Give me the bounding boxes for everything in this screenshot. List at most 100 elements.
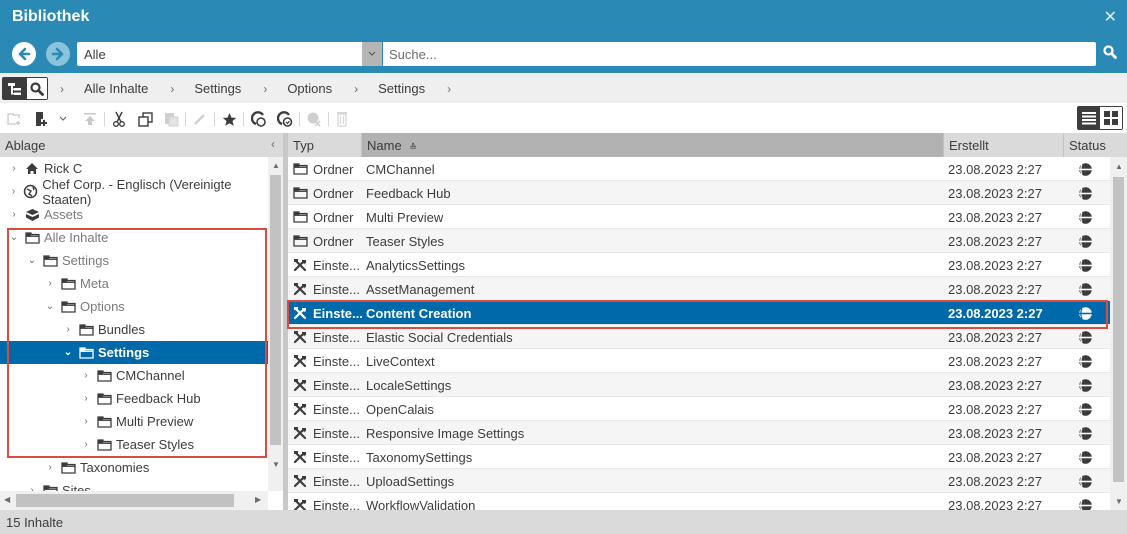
chevron-right-icon[interactable]: › [62, 324, 74, 335]
new-folder-button[interactable] [6, 110, 24, 128]
table-row[interactable]: Einste... AssetManagement 23.08.2023 2:27 [288, 277, 1110, 301]
cell-created: 23.08.2023 2:27 [948, 234, 1042, 249]
chevron-right-icon[interactable]: › [8, 163, 20, 174]
published-icon [1078, 258, 1093, 276]
chevron-left-icon[interactable]: ‹ [271, 137, 275, 151]
cut-button[interactable] [110, 110, 128, 128]
tree-node-label: Chef Corp. - Englisch (Vereinigte Staate… [42, 176, 232, 207]
chevron-right-icon[interactable]: › [44, 462, 56, 473]
tree-node[interactable]: › Taxonomies [0, 456, 268, 479]
scroll-up-icon[interactable]: ▲ [272, 161, 280, 170]
tree-horizontal-scrollbar[interactable]: ◀ ▶ [0, 491, 268, 510]
breadcrumb-item[interactable]: Alle Inhalte [84, 81, 148, 96]
settings-icon [292, 474, 308, 488]
table-row[interactable]: Ordner Teaser Styles 23.08.2023 2:27 [288, 229, 1110, 253]
table-row[interactable]: Einste... LocaleSettings 23.08.2023 2:27 [288, 373, 1110, 397]
scroll-down-icon[interactable]: ▼ [272, 460, 280, 469]
tree-node[interactable]: › Assets [0, 203, 268, 226]
table-row[interactable]: Einste... AnalyticsSettings 23.08.2023 2:2… [288, 253, 1110, 277]
copy-button[interactable] [136, 110, 154, 128]
table-row[interactable]: Ordner Feedback Hub 23.08.2023 2:27 [288, 181, 1110, 205]
tree-node[interactable]: ⌄ Alle Inhalte [0, 226, 268, 249]
search-icon[interactable] [1103, 45, 1117, 62]
tree-node[interactable]: ⌄ Options [0, 295, 268, 318]
breadcrumb-item[interactable]: Settings [378, 81, 425, 96]
chevron-down-icon[interactable]: ⌄ [44, 301, 56, 312]
chevron-down-icon[interactable] [362, 42, 382, 66]
cell-name: LiveContext [366, 354, 435, 369]
thumbnail-view-button[interactable] [1100, 107, 1122, 129]
chevron-right-icon[interactable]: › [80, 370, 92, 381]
scrollbar-thumb[interactable] [270, 175, 281, 445]
scrollbar-thumb[interactable] [1113, 177, 1124, 482]
chevron-right-icon[interactable]: › [44, 278, 56, 289]
chevron-right-icon[interactable]: › [80, 393, 92, 404]
new-content-menu-button[interactable] [56, 110, 70, 128]
new-content-button[interactable] [32, 110, 50, 128]
cell-name: AssetManagement [366, 282, 475, 297]
column-header-status[interactable]: Status [1064, 133, 1127, 157]
tree-node[interactable]: › Meta [0, 272, 268, 295]
scroll-left-icon[interactable]: ◀ [4, 495, 10, 504]
published-icon [1078, 498, 1093, 510]
folder-icon [78, 323, 94, 337]
tree-node[interactable]: › CMChannel [0, 364, 268, 387]
column-header-created[interactable]: Erstellt [944, 133, 1064, 157]
close-icon[interactable]: ✕ [1104, 7, 1117, 27]
edit-button[interactable] [191, 110, 209, 128]
chevron-right-icon[interactable]: › [80, 416, 92, 427]
tree-node[interactable]: ⌄ Settings [0, 249, 268, 272]
table-row[interactable]: Ordner CMChannel 23.08.2023 2:27 [288, 157, 1110, 181]
table-row[interactable]: Einste... Responsive Image Settings 23.08.… [288, 421, 1110, 445]
table-row[interactable]: Einste... UploadSettings 23.08.2023 2:27 [288, 469, 1110, 493]
scroll-up-icon[interactable]: ▲ [1115, 162, 1123, 171]
table-row[interactable]: Einste... TaxonomySettings 23.08.2023 2:27 [288, 445, 1110, 469]
search-input[interactable] [383, 42, 1096, 66]
table-row[interactable]: Einste... WorkflowValidation 23.08.2023 2:… [288, 493, 1110, 510]
folder-icon [96, 369, 112, 383]
column-header-name[interactable]: Name ≙ [362, 133, 944, 157]
move-up-button[interactable] [81, 110, 99, 128]
table-row[interactable]: Einste... Elastic Social Credentials 23.08… [288, 325, 1110, 349]
forward-button[interactable] [46, 42, 70, 66]
table-row[interactable]: Einste... Content Creation 23.08.2023 2:27 [288, 301, 1110, 325]
scroll-right-icon[interactable]: ▶ [255, 495, 261, 504]
tree-node-label: Alle Inhalte [44, 230, 109, 245]
table-row[interactable]: Einste... OpenCalais 23.08.2023 2:27 [288, 397, 1110, 421]
list-icon [1082, 112, 1096, 125]
tree-view-button[interactable] [3, 78, 27, 99]
tree-node[interactable]: › Feedback Hub [0, 387, 268, 410]
tree-node[interactable]: ⌄ Settings [0, 341, 268, 364]
table-row[interactable]: Ordner Multi Preview 23.08.2023 2:27 [288, 205, 1110, 229]
chevron-down-icon[interactable]: ⌄ [8, 232, 20, 243]
chevron-right-icon[interactable]: › [8, 186, 19, 197]
list-view-button[interactable] [1078, 107, 1100, 129]
breadcrumb-item[interactable]: Options [287, 81, 332, 96]
delete-button[interactable] [333, 110, 351, 128]
tree-node[interactable]: › Sites [0, 479, 268, 491]
bookmark-button[interactable] [220, 110, 238, 128]
withdraw-button[interactable] [305, 110, 323, 128]
table-row[interactable]: Einste... LiveContext 23.08.2023 2:27 [288, 349, 1110, 373]
breadcrumb: › Alle Inhalte › Settings › Options › Se… [60, 81, 471, 96]
back-button[interactable] [12, 42, 36, 66]
chevron-right-icon[interactable]: › [8, 209, 20, 220]
search-view-button[interactable] [27, 78, 47, 99]
tree-node[interactable]: › Chef Corp. - Englisch (Vereinigte Staat… [0, 177, 268, 207]
breadcrumb-item[interactable]: Settings [194, 81, 241, 96]
tree-node[interactable]: › Bundles [0, 318, 268, 341]
chevron-right-icon[interactable]: › [80, 439, 92, 450]
tree-node[interactable]: › Teaser Styles [0, 433, 268, 456]
tree-node[interactable]: › Multi Preview [0, 410, 268, 433]
paste-button[interactable] [162, 110, 180, 128]
tree-vertical-scrollbar[interactable]: ▲ ▼ [268, 157, 283, 491]
scrollbar-thumb[interactable] [16, 494, 234, 507]
check-in-button[interactable] [250, 110, 268, 128]
check-out-button[interactable] [276, 110, 294, 128]
chevron-down-icon[interactable]: ⌄ [26, 255, 38, 266]
column-header-type[interactable]: Typ [288, 133, 362, 157]
scroll-down-icon[interactable]: ▼ [1115, 497, 1123, 506]
chevron-down-icon[interactable]: ⌄ [62, 347, 74, 358]
grid-vertical-scrollbar[interactable]: ▲ ▼ [1110, 157, 1127, 510]
scope-select[interactable]: Alle [77, 42, 382, 66]
